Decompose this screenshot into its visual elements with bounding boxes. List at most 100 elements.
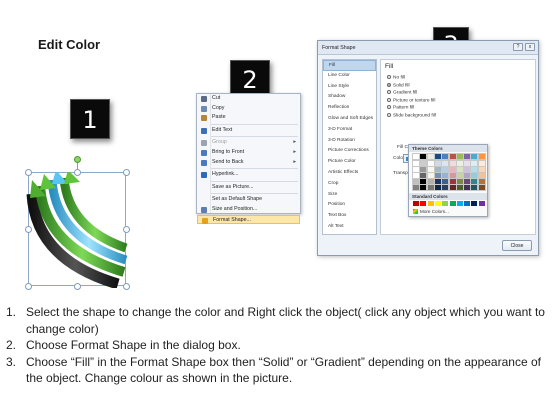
- color-swatch[interactable]: [463, 178, 472, 185]
- color-swatch[interactable]: [464, 201, 471, 206]
- color-swatch[interactable]: [463, 172, 472, 179]
- fill-option-picture-or-texture-fill[interactable]: Picture or texture fill: [387, 97, 435, 103]
- fill-option-slide-background-fill[interactable]: Slide background fill: [387, 113, 436, 119]
- color-swatch[interactable]: [470, 166, 479, 173]
- color-swatch[interactable]: [471, 201, 478, 206]
- close-x-button[interactable]: x: [525, 43, 535, 51]
- color-swatch[interactable]: [426, 166, 435, 173]
- color-swatch[interactable]: [478, 201, 485, 206]
- resize-handle-br[interactable]: [123, 283, 130, 290]
- color-swatch[interactable]: [448, 184, 457, 191]
- color-swatch[interactable]: [419, 160, 428, 167]
- color-swatch[interactable]: [419, 178, 428, 185]
- color-swatch[interactable]: [441, 184, 450, 191]
- color-swatch[interactable]: [426, 160, 435, 167]
- color-swatch[interactable]: [455, 153, 464, 160]
- category-line-color[interactable]: Line Color: [323, 71, 376, 82]
- color-swatch[interactable]: [420, 201, 427, 206]
- color-swatch[interactable]: [463, 166, 472, 173]
- menu-item-set-as-default-shape[interactable]: Set as Default Shape: [197, 195, 300, 205]
- color-swatch[interactable]: [448, 153, 457, 160]
- color-swatch[interactable]: [448, 172, 457, 179]
- menu-item-hyperlink[interactable]: Hyperlink...: [197, 170, 300, 180]
- category-shadow[interactable]: Shadow: [323, 92, 376, 103]
- color-swatch[interactable]: [427, 201, 434, 206]
- color-swatch[interactable]: [463, 184, 472, 191]
- menu-item-cut[interactable]: Cut: [197, 94, 300, 104]
- resize-handle-l[interactable]: [25, 226, 32, 233]
- category-size[interactable]: Size: [323, 190, 376, 201]
- color-swatch[interactable]: [426, 184, 435, 191]
- color-swatch[interactable]: [412, 160, 420, 167]
- category-artistic-effects[interactable]: Artistic Effects: [323, 168, 376, 179]
- close-button[interactable]: Close: [502, 240, 532, 251]
- more-colors-option[interactable]: More Colors...: [413, 209, 449, 214]
- radio-button[interactable]: [387, 90, 391, 95]
- resize-handle-t[interactable]: [74, 169, 81, 176]
- color-swatch[interactable]: [442, 201, 449, 206]
- color-swatch[interactable]: [441, 153, 450, 160]
- category-position[interactable]: Position: [323, 200, 376, 211]
- color-swatch[interactable]: [419, 172, 428, 179]
- color-swatch[interactable]: [412, 153, 420, 160]
- category-text-box[interactable]: Text Box: [323, 211, 376, 222]
- menu-item-copy[interactable]: Copy: [197, 104, 300, 114]
- color-swatch[interactable]: [419, 153, 428, 160]
- category-3-d-format[interactable]: 3-D Format: [323, 125, 376, 136]
- category-alt-text[interactable]: Alt Text: [323, 222, 376, 233]
- color-swatch[interactable]: [419, 184, 428, 191]
- color-swatch[interactable]: [477, 160, 486, 167]
- resize-handle-tl[interactable]: [25, 169, 32, 176]
- radio-button[interactable]: [387, 113, 391, 117]
- fill-option-no-fill[interactable]: No fill: [387, 75, 405, 81]
- menu-item-group[interactable]: Group ▸: [197, 138, 300, 148]
- color-swatch[interactable]: [455, 172, 464, 179]
- color-swatch[interactable]: [449, 201, 456, 206]
- color-swatch[interactable]: [448, 160, 457, 167]
- color-swatch[interactable]: [477, 178, 486, 185]
- fill-option-pattern-fill[interactable]: Pattern fill: [387, 105, 414, 111]
- color-swatch[interactable]: [463, 160, 472, 167]
- color-swatch[interactable]: [448, 178, 457, 185]
- color-swatch[interactable]: [412, 178, 420, 185]
- category-line-style[interactable]: Line Style: [323, 82, 376, 93]
- color-swatch[interactable]: [477, 166, 486, 173]
- color-swatch[interactable]: [448, 166, 457, 173]
- color-swatch[interactable]: [477, 172, 486, 179]
- color-swatch[interactable]: [433, 153, 442, 160]
- fill-option-solid-fill[interactable]: Solid fill: [387, 82, 410, 88]
- color-swatch[interactable]: [433, 172, 442, 179]
- menu-item-paste[interactable]: Paste: [197, 113, 300, 123]
- menu-item-send-to-back[interactable]: Send to Back ▸: [197, 158, 300, 168]
- menu-item-format-shape[interactable]: Format Shape...: [197, 214, 300, 225]
- menu-item-bring-to-front[interactable]: Bring to Front ▸: [197, 148, 300, 158]
- color-swatch[interactable]: [456, 201, 463, 206]
- color-swatch[interactable]: [455, 178, 464, 185]
- resize-handle-b[interactable]: [74, 283, 81, 290]
- color-swatch[interactable]: [433, 160, 442, 167]
- category-3-d-rotation[interactable]: 3-D Rotation: [323, 136, 376, 147]
- color-swatch[interactable]: [433, 178, 442, 185]
- category-glow-and-soft-edges[interactable]: Glow and Soft Edges: [323, 114, 376, 125]
- radio-button[interactable]: [387, 97, 391, 102]
- color-swatch[interactable]: [455, 184, 464, 191]
- category-picture-color[interactable]: Picture Color: [323, 157, 376, 168]
- color-swatch[interactable]: [413, 201, 419, 206]
- menu-item-edit-text[interactable]: Edit Text: [197, 126, 300, 136]
- category-crop[interactable]: Crop: [323, 179, 376, 190]
- color-swatch[interactable]: [470, 172, 479, 179]
- color-swatch[interactable]: [441, 166, 450, 173]
- color-swatch[interactable]: [433, 166, 442, 173]
- category-reflection[interactable]: Reflection: [323, 103, 376, 114]
- menu-item-size-and-position[interactable]: Size and Position...: [197, 205, 300, 215]
- color-swatch[interactable]: [426, 172, 435, 179]
- color-swatch[interactable]: [455, 160, 464, 167]
- color-swatch[interactable]: [441, 160, 450, 167]
- color-swatch[interactable]: [470, 184, 479, 191]
- color-swatch[interactable]: [412, 172, 420, 179]
- color-swatch[interactable]: [441, 172, 450, 179]
- fill-option-gradient-fill[interactable]: Gradient fill: [387, 90, 417, 96]
- color-swatch[interactable]: [455, 166, 464, 173]
- selected-arrow-shape[interactable]: [25, 154, 130, 290]
- resize-handle-r[interactable]: [123, 226, 130, 233]
